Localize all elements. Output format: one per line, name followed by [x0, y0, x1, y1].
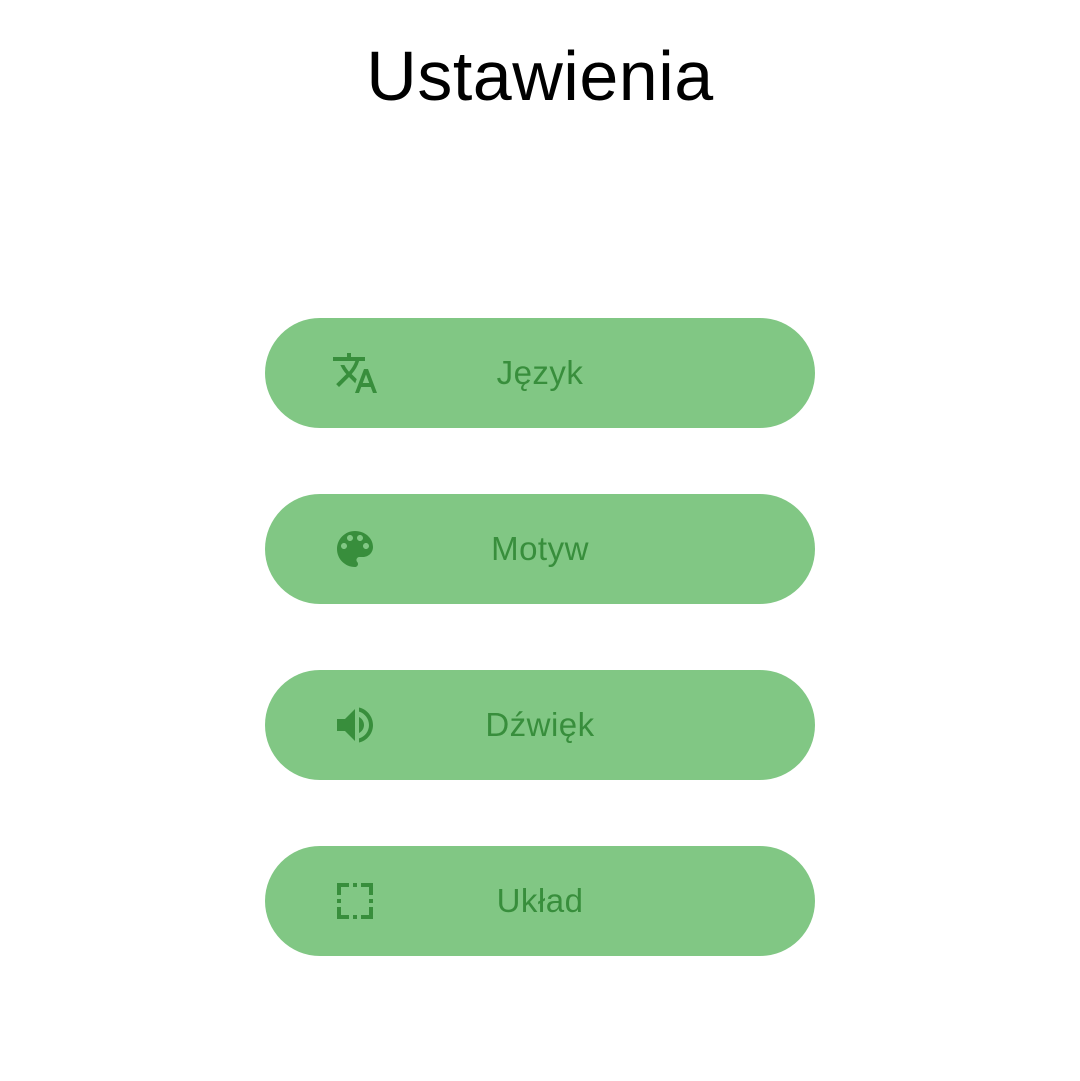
theme-button[interactable]: Motyw	[265, 494, 815, 604]
layout-button-label: Układ	[496, 882, 584, 919]
page-title: Ustawienia	[366, 37, 714, 115]
settings-menu: Język Motyw Dźwięk Układ	[265, 318, 815, 1022]
sound-button-label: Dźwięk	[485, 706, 595, 743]
sound-button[interactable]: Dźwięk	[265, 670, 815, 780]
layout-button[interactable]: Układ	[265, 846, 815, 956]
language-button[interactable]: Język	[265, 318, 815, 428]
theme-button-label: Motyw	[491, 530, 589, 567]
language-button-label: Język	[496, 354, 584, 391]
